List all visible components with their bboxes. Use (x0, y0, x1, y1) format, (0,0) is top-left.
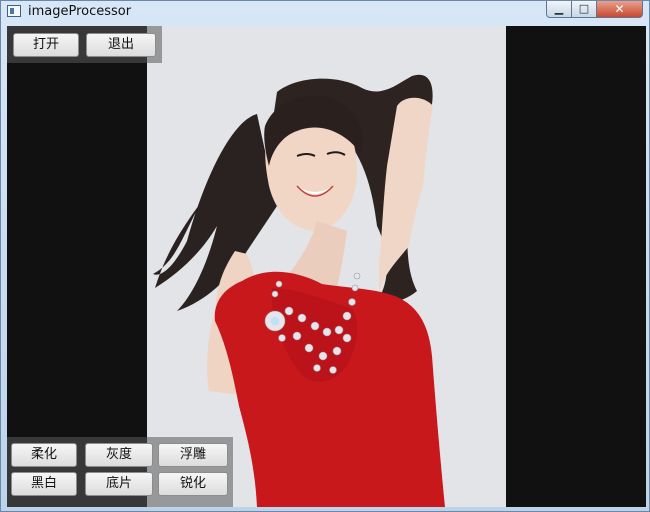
top-button-panel: 打开 退出 (7, 26, 162, 63)
image-canvas: 打开 退出 柔化 灰度 浮雕 黑白 底片 锐化 (7, 26, 646, 507)
sharpen-button[interactable]: 锐化 (158, 472, 228, 496)
emboss-button[interactable]: 浮雕 (158, 443, 228, 467)
maximize-button[interactable]: □ (572, 1, 597, 18)
open-button[interactable]: 打开 (13, 33, 79, 57)
grayscale-button[interactable]: 灰度 (85, 443, 153, 467)
filter-button-panel: 柔化 灰度 浮雕 黑白 底片 锐化 (7, 437, 233, 507)
black-white-button[interactable]: 黑白 (11, 472, 77, 496)
close-icon: ✕ (614, 2, 625, 16)
title-bar[interactable]: imageProcessor ▁ □ ✕ (1, 1, 649, 25)
portrait-photo (147, 26, 506, 507)
minimize-icon: ▁ (554, 2, 564, 15)
displayed-image (147, 26, 506, 507)
close-button[interactable]: ✕ (597, 1, 643, 18)
soften-button[interactable]: 柔化 (11, 443, 77, 467)
exit-button[interactable]: 退出 (86, 33, 156, 57)
maximize-icon: □ (578, 2, 590, 15)
window-title: imageProcessor (28, 4, 132, 19)
app-icon (7, 5, 21, 17)
window-controls: ▁ □ ✕ (546, 1, 643, 19)
minimize-button[interactable]: ▁ (546, 1, 572, 18)
negative-button[interactable]: 底片 (85, 472, 153, 496)
main-window: imageProcessor ▁ □ ✕ 打开 退出 柔化 灰度 浮雕 黑白 底… (0, 0, 650, 512)
